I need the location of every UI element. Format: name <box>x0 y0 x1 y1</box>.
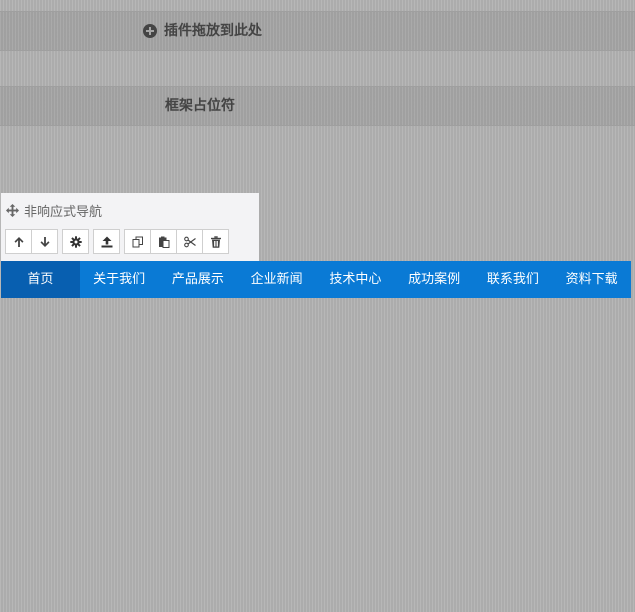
nav-item-cases[interactable]: 成功案例 <box>395 261 474 298</box>
paste-button[interactable] <box>150 229 177 254</box>
trash-icon <box>210 235 221 248</box>
nav-item-about[interactable]: 关于我们 <box>80 261 159 298</box>
drop-zone-label: 插件拖放到此处 <box>164 23 262 39</box>
frame-placeholder-label: 框架占位符 <box>165 98 235 114</box>
paste-icon <box>158 236 169 248</box>
widget-toolbar <box>5 229 229 254</box>
plus-circle-icon <box>143 24 157 38</box>
widget-control-panel: 非响应式导航 <box>1 193 259 261</box>
widget-title[interactable]: 非响应式导航 <box>6 201 102 220</box>
move-up-icon <box>14 236 23 247</box>
upload-button-group <box>93 229 120 254</box>
main-navigation: 首页 关于我们 产品展示 企业新闻 技术中心 成功案例 联系我们 资料下载 <box>1 261 631 298</box>
frame-placeholder[interactable]: 框架占位符 <box>0 86 635 126</box>
copy-button[interactable] <box>124 229 151 254</box>
settings-button-group <box>62 229 89 254</box>
move-down-icon <box>40 236 49 247</box>
move-down-button[interactable] <box>31 229 58 254</box>
move-up-button[interactable] <box>5 229 32 254</box>
cut-icon <box>183 236 196 247</box>
move-button-group <box>5 229 58 254</box>
nav-item-contact[interactable]: 联系我们 <box>474 261 553 298</box>
widget-title-label: 非响应式导航 <box>24 205 103 220</box>
cut-button[interactable] <box>176 229 203 254</box>
nav-item-tech[interactable]: 技术中心 <box>316 261 395 298</box>
upload-button[interactable] <box>93 229 120 254</box>
plugin-drop-zone[interactable]: 插件拖放到此处 <box>0 11 635 51</box>
nav-item-products[interactable]: 产品展示 <box>159 261 238 298</box>
upload-icon <box>101 236 112 247</box>
nav-item-news[interactable]: 企业新闻 <box>237 261 316 298</box>
gear-icon <box>69 235 82 248</box>
edit-button-group <box>124 229 229 254</box>
delete-button[interactable] <box>202 229 229 254</box>
copy-icon <box>132 236 143 247</box>
settings-button[interactable] <box>62 229 89 254</box>
move-icon[interactable] <box>6 204 19 217</box>
nav-item-downloads[interactable]: 资料下载 <box>552 261 631 298</box>
nav-item-home[interactable]: 首页 <box>1 261 80 298</box>
